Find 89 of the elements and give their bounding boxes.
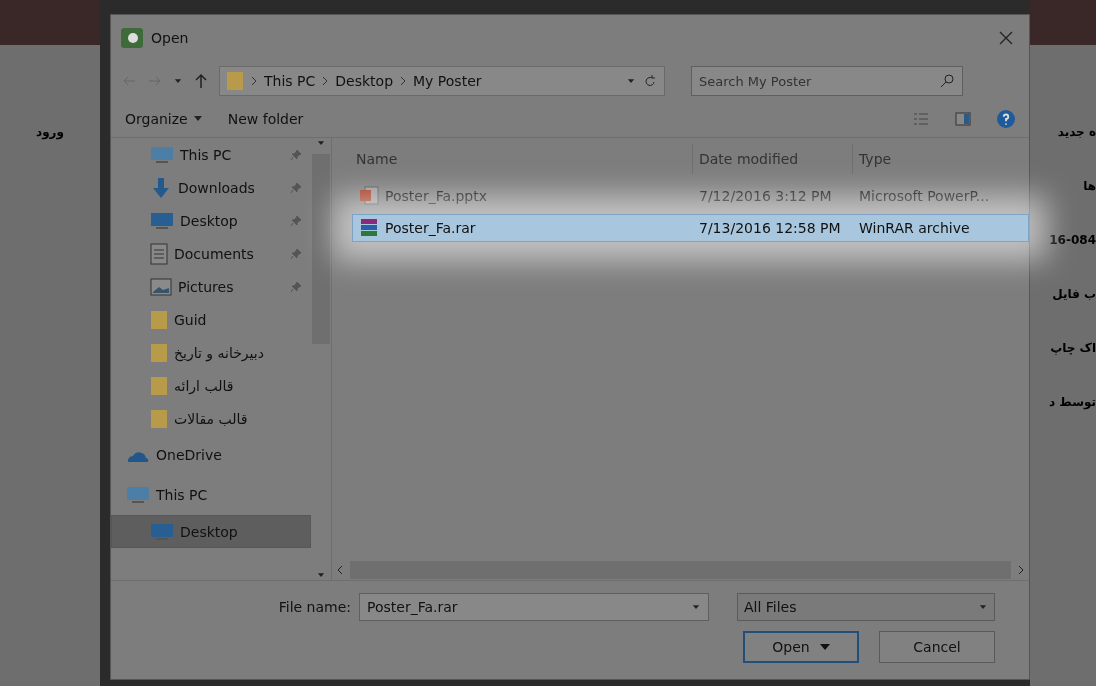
background-text: توسط د	[1049, 395, 1096, 409]
breadcrumb-item[interactable]: My Poster	[413, 73, 482, 89]
search-icon	[939, 73, 955, 89]
breadcrumb-item[interactable]: This PC	[264, 73, 316, 89]
sidebar-item[interactable]: دبیرخانه و تاریخ	[111, 336, 311, 369]
address-bar[interactable]: This PC Desktop My Poster	[219, 66, 665, 96]
monitor-icon	[150, 211, 174, 230]
sidebar-label: Downloads	[178, 179, 256, 196]
folder-icon	[150, 375, 168, 396]
folder-icon	[150, 342, 168, 363]
background-text: ها	[1083, 179, 1096, 193]
sidebar-item[interactable]: OneDrive	[111, 435, 311, 475]
sidebar-item[interactable]: قالب ارائه	[111, 369, 311, 402]
window-title: Open	[151, 30, 190, 46]
search-field[interactable]: Search My Poster	[691, 66, 963, 96]
file-type-dropdown[interactable]: All Files	[737, 593, 995, 621]
sidebar-item[interactable]: This PC	[111, 138, 311, 171]
file-name-cell: Poster_Fa.rar	[353, 218, 693, 238]
chevron-icon	[399, 76, 408, 86]
sidebar-label: قالب مقالات	[174, 410, 249, 427]
column-header[interactable]: Name	[332, 144, 692, 174]
new-folder-button[interactable]: New folder	[227, 111, 304, 127]
chevron-icon	[250, 76, 258, 86]
scroll-left-icon	[336, 565, 344, 575]
breadcrumb-item[interactable]: Desktop	[335, 73, 394, 89]
preview-pane-icon[interactable]	[955, 111, 971, 127]
date-cell-text: 7/13/2016 12:58 PM	[698, 220, 842, 236]
picture-icon	[150, 277, 172, 296]
sidebar-label: Pictures	[178, 278, 235, 295]
sidebar-label: Desktop	[180, 523, 239, 540]
background-text: ه جدید	[1057, 125, 1096, 139]
pin-icon[interactable]	[290, 247, 302, 260]
sidebar-item[interactable]: This PC	[111, 475, 311, 515]
download-arrow-icon	[150, 176, 172, 199]
close-icon	[999, 31, 1013, 45]
background-text: اک چاپ	[1050, 341, 1096, 355]
pin-icon[interactable]	[290, 280, 302, 293]
pin-icon[interactable]	[290, 214, 302, 227]
sidebar-label: دبیرخانه و تاریخ	[174, 344, 265, 361]
sidebar-label: Guid	[174, 311, 208, 328]
file-name-label: File name:	[278, 599, 351, 615]
file-row[interactable]: Poster_Fa.pptx 7/12/2016 3:12 PM Microsoft PowerP...	[352, 182, 1029, 210]
monitor-icon	[150, 145, 174, 164]
sidebar-item[interactable]: قالب مقالات	[111, 402, 311, 435]
sidebar-label: Documents	[174, 245, 255, 262]
sidebar-label: This PC	[180, 146, 233, 163]
presentation-file-icon	[359, 186, 379, 206]
app-icon	[121, 28, 143, 48]
help-icon[interactable]	[997, 110, 1015, 128]
caret-icon	[193, 116, 202, 122]
sidebar-item[interactable]: Documents	[111, 237, 311, 270]
scroll-right-icon	[1017, 565, 1025, 575]
date-cell-text: 7/12/2016 3:12 PM	[698, 188, 833, 204]
monitor-icon	[150, 522, 174, 541]
file-name-cell: Poster_Fa.pptx	[353, 186, 693, 206]
sidebar-label: Desktop	[180, 212, 239, 229]
caret-icon	[819, 643, 830, 651]
sidebar-item[interactable]: Desktop	[111, 204, 311, 237]
sidebar-item[interactable]: Downloads	[111, 171, 311, 204]
background-text: ورود	[36, 125, 64, 139]
column-header[interactable]: Type	[852, 144, 1029, 174]
column-header[interactable]: Date modified	[692, 144, 852, 174]
document-icon	[150, 242, 168, 265]
sidebar-label: قالب ارائه	[174, 377, 235, 394]
file-row[interactable]: Poster_Fa.rar 7/13/2016 12:58 PM WinRAR archive	[352, 214, 1029, 242]
sidebar-item[interactable]: Pictures	[111, 270, 311, 303]
sidebar-label: OneDrive	[156, 447, 223, 463]
background-text: 16-084	[1049, 233, 1096, 247]
folder-icon	[226, 71, 244, 91]
type-cell-text: Microsoft PowerP...	[858, 188, 991, 204]
pin-icon[interactable]	[290, 181, 302, 194]
monitor-icon	[126, 486, 150, 504]
view-options-icon[interactable]	[913, 111, 929, 127]
chevron-icon	[321, 76, 330, 86]
sidebar-item[interactable]: Guid	[111, 303, 311, 336]
up-arrow-icon[interactable]	[193, 73, 209, 89]
background-text: ب فایل	[1052, 287, 1096, 301]
folder-icon	[150, 408, 168, 429]
open-button[interactable]: Open	[743, 631, 859, 663]
sidebar-label: This PC	[156, 487, 209, 503]
sidebar-item[interactable]: Desktop	[111, 515, 311, 548]
stacked-books-icon	[359, 218, 379, 238]
pin-icon[interactable]	[290, 148, 302, 161]
cancel-button[interactable]: Cancel	[879, 631, 995, 663]
refresh-icon[interactable]	[642, 73, 658, 89]
type-cell-text: WinRAR archive	[858, 220, 971, 236]
file-name-field[interactable]: Poster_Fa.rar	[359, 593, 709, 621]
organize-menu-button[interactable]: Organize	[125, 111, 202, 127]
folder-icon	[150, 309, 168, 330]
